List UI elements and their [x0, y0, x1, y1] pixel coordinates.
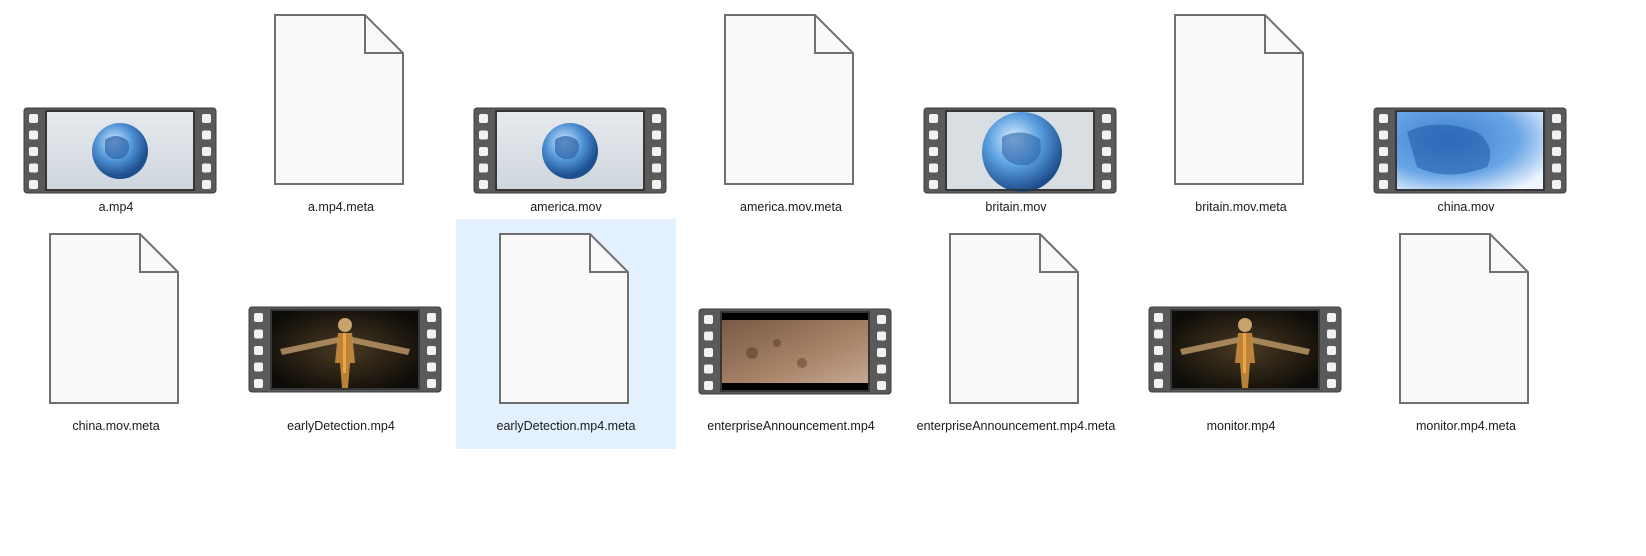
file-item[interactable]: britain.mov.meta: [1131, 0, 1351, 230]
video-thumbnail-icon: [681, 219, 901, 419]
file-name: earlyDetection.mp4: [287, 419, 395, 433]
file-name: china.mov.meta: [72, 419, 160, 433]
file-item[interactable]: a.mp4.meta: [231, 0, 451, 230]
file-name: britain.mov: [985, 200, 1047, 214]
document-icon: [231, 0, 451, 200]
file-item[interactable]: monitor.mp4.meta: [1356, 219, 1576, 449]
file-name: monitor.mp4.meta: [1415, 419, 1517, 433]
file-name: monitor.mp4: [1206, 419, 1276, 433]
file-item[interactable]: china.mov: [1356, 0, 1576, 230]
file-item[interactable]: monitor.mp4: [1131, 219, 1351, 449]
document-icon: [6, 219, 226, 419]
file-item[interactable]: enterpriseAnnouncement.mp4.meta: [906, 219, 1126, 449]
document-icon: [456, 219, 676, 419]
file-name: a.mp4.meta: [307, 200, 374, 214]
file-name: enterpriseAnnouncement.mp4.meta: [916, 419, 1116, 433]
document-icon: [1356, 219, 1576, 419]
file-item[interactable]: america.mov: [456, 0, 676, 230]
file-name: china.mov: [1437, 200, 1495, 214]
file-item[interactable]: enterpriseAnnouncement.mp4: [681, 219, 901, 449]
file-item[interactable]: a.mp4: [6, 0, 226, 230]
document-icon: [681, 0, 901, 200]
document-icon: [1131, 0, 1351, 200]
file-item[interactable]: america.mov.meta: [681, 0, 901, 230]
video-thumbnail-icon: [906, 0, 1126, 200]
video-thumbnail-icon: [231, 219, 451, 419]
video-thumbnail-icon: [1131, 219, 1351, 419]
video-thumbnail-icon: [6, 0, 226, 200]
file-name: britain.mov.meta: [1195, 200, 1287, 214]
video-thumbnail-icon: [456, 0, 676, 200]
document-icon: [906, 219, 1126, 419]
file-name: a.mp4: [98, 200, 134, 214]
file-name: enterpriseAnnouncement.mp4: [707, 419, 875, 433]
file-item[interactable]: britain.mov: [906, 0, 1126, 230]
file-item[interactable]: earlyDetection.mp4.meta: [456, 219, 676, 449]
video-thumbnail-icon: [1356, 0, 1576, 200]
file-name: america.mov.meta: [740, 200, 842, 214]
file-icon-view: a.mp4 a.mp4.meta america.mov america.mov…: [0, 0, 1646, 556]
file-name: earlyDetection.mp4.meta: [496, 419, 636, 433]
file-item[interactable]: earlyDetection.mp4: [231, 219, 451, 449]
file-name: america.mov: [530, 200, 602, 214]
file-item[interactable]: china.mov.meta: [6, 219, 226, 449]
